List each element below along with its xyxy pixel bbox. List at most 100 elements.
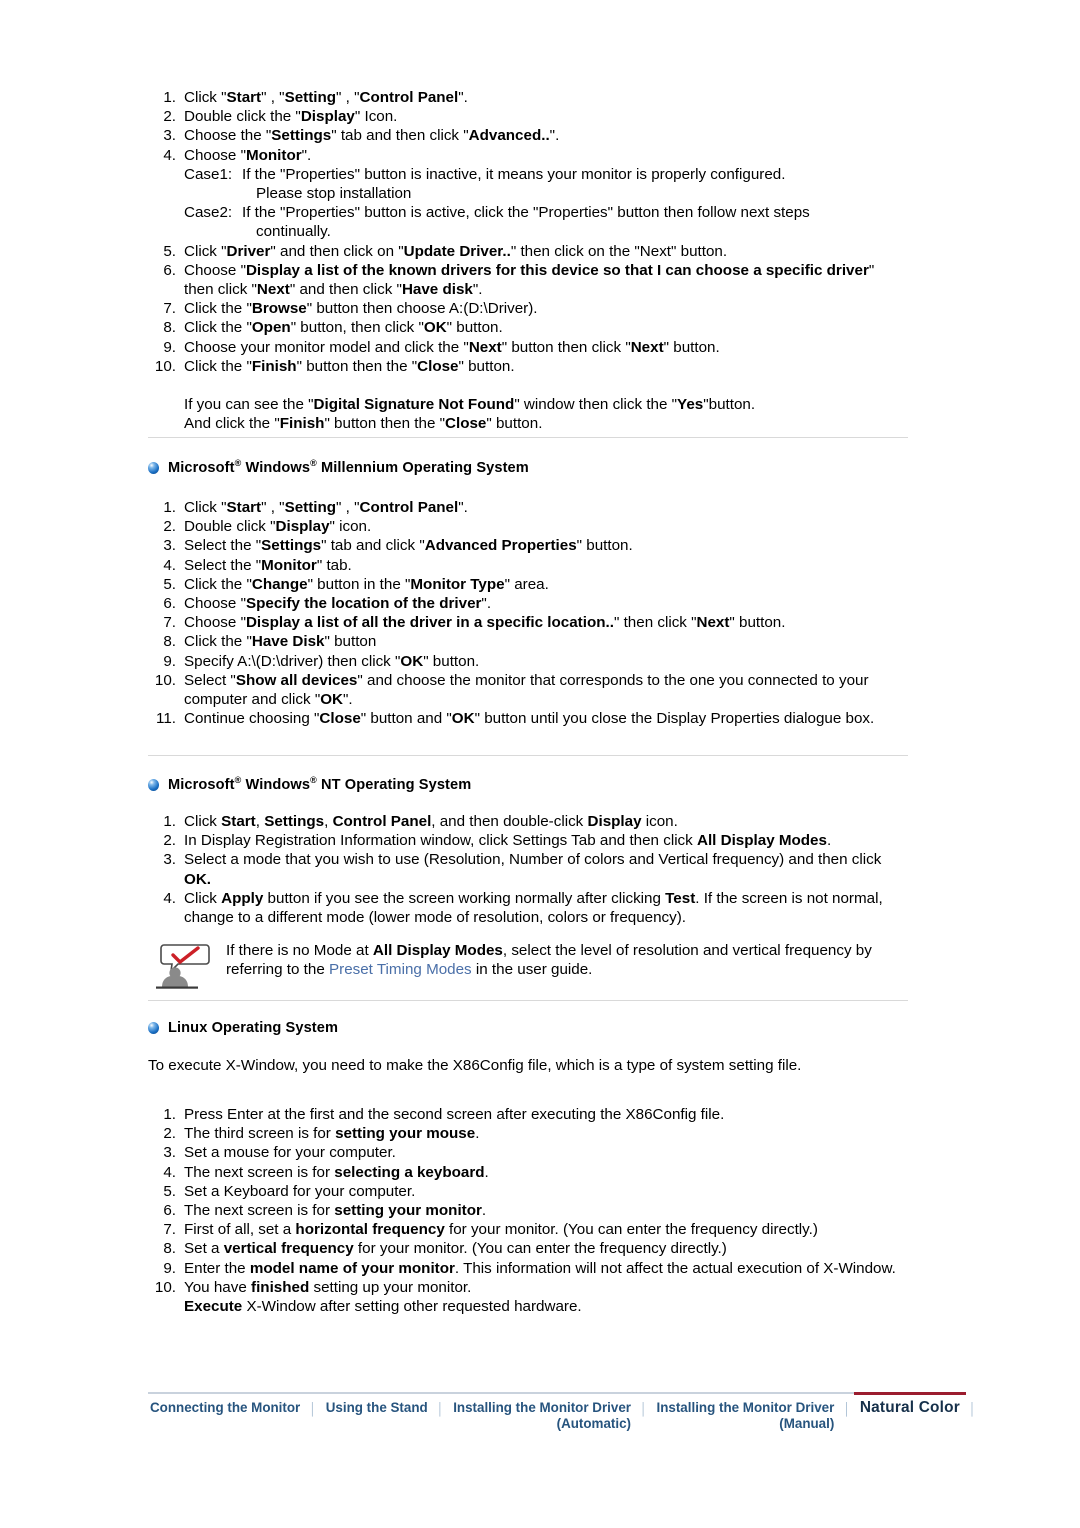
footer-link-label: Connecting the Monitor <box>150 1400 301 1415</box>
xp-step-list-part1: 1. Click "Start" , "Setting" , "Control P… <box>148 88 908 165</box>
list-item-text: Click Start, Settings, Control Panel, an… <box>184 813 678 830</box>
preset-timing-modes-link[interactable]: Preset Timing Modes <box>329 961 472 978</box>
case-label: Case2: <box>184 204 233 222</box>
list-item-text: Click the "Have Disk" button <box>184 633 377 651</box>
blue-orb-bullet-icon <box>148 462 159 474</box>
footer-link-natural-color[interactable]: Natural Color <box>858 1400 962 1416</box>
list-item: 4. The next screen is for selecting a key… <box>148 1163 908 1182</box>
list-item: 6. The next screen is for setting your mo… <box>148 1201 908 1220</box>
footer-link-sublabel: (Automatic) <box>556 1416 631 1431</box>
list-item-text: Click the "Change" button in the "Monito… <box>184 575 549 593</box>
section-linux-intro: To execute X-Window, you need to make th… <box>148 1056 908 1075</box>
list-item: 4. Choose "Monitor". <box>148 146 908 165</box>
list-item-number: 3. <box>163 851 176 869</box>
list-item-text: Select "Show all devices" and choose the… <box>184 671 869 709</box>
list-item: 10. You have finished setting up your mon… <box>148 1278 908 1316</box>
list-item-number: 2. <box>163 1125 176 1143</box>
section-windows-nt-steps: 1. Click Start, Settings, Control Panel, … <box>148 812 908 927</box>
list-item-number: 11. <box>156 710 176 728</box>
footer-link-sublabel: (Manual) <box>779 1416 835 1431</box>
document-page: 1. Click "Start" , "Setting" , "Control P… <box>0 0 1080 1528</box>
xp-case-list: Case1: If the "Properties" button is inac… <box>148 165 908 242</box>
list-item: 9. Choose your monitor model and click th… <box>148 338 908 357</box>
heading-linux-label: Linux Operating System <box>168 1020 339 1036</box>
footer-rule <box>148 1392 908 1394</box>
footer-link-connecting-the-monitor[interactable]: Connecting the Monitor <box>148 1400 302 1416</box>
list-item: 3. Set a mouse for your computer. <box>148 1143 908 1162</box>
footer-active-indicator <box>853 1392 966 1395</box>
list-item: 2. Double click the "Display" Icon. <box>148 107 908 126</box>
list-item: 10. Select "Show all devices" and choose … <box>148 671 908 709</box>
list-item: 8. Click the "Open" button, then click "O… <box>148 318 908 337</box>
list-item: 7. First of all, set a horizontal frequen… <box>148 1220 908 1239</box>
list-item-number: 8. <box>163 633 176 651</box>
list-item: 3. Choose the "Settings" tab and then cli… <box>148 126 908 145</box>
list-item-text: Choose the "Settings" tab and then click… <box>184 127 560 145</box>
divider-3 <box>148 1000 908 1001</box>
footer-separator: │ <box>640 1402 648 1416</box>
list-item-text: Double click the "Display" Icon. <box>184 108 398 126</box>
list-item-number: 3. <box>163 1144 176 1162</box>
list-item-number: 10. <box>154 357 176 375</box>
list-item: 4. Select the "Monitor" tab. <box>148 556 908 575</box>
list-item: 8. Set a vertical frequency for your moni… <box>148 1239 908 1258</box>
case-line: Case1: If the "Properties" button is inac… <box>184 165 908 184</box>
list-item: 5. Click the "Change" button in the "Moni… <box>148 575 908 594</box>
footer-link-label: Installing the Monitor Driver <box>453 1400 631 1415</box>
list-item-text: Choose your monitor model and click the … <box>184 338 720 356</box>
list-item: 1. Press Enter at the first and the secon… <box>148 1105 908 1124</box>
nt-tip-note: If there is no Mode at All Display Modes… <box>148 941 908 989</box>
footer-link-installing-the-monitor-driver[interactable]: Installing the Monitor Driver (Manual) <box>655 1400 837 1432</box>
list-item-number: 9. <box>163 652 176 670</box>
list-item-text: Click the "Finish" button then the "Clos… <box>184 357 515 375</box>
footer-link-using-the-stand[interactable]: Using the Stand <box>324 1400 430 1416</box>
list-item-text: Select the "Settings" tab and click "Adv… <box>184 537 633 555</box>
section-windows-xp-steps: 1. Click "Start" , "Setting" , "Control P… <box>148 88 908 433</box>
list-item-text: Choose "Display a list of the known driv… <box>184 261 875 299</box>
section-linux-steps: 1. Press Enter at the first and the secon… <box>148 1105 908 1316</box>
list-item: 5. Set a Keyboard for your computer. <box>148 1182 908 1201</box>
list-item-number: 3. <box>163 537 176 555</box>
heading-nt-label: Microsoft® Windows® NT Operating System <box>168 775 472 793</box>
list-item-number: 8. <box>163 1240 176 1258</box>
person-with-checkmark-speech-bubble-icon <box>154 942 216 990</box>
list-item-number: 5. <box>163 242 176 260</box>
list-item-text: Choose "Specify the location of the driv… <box>184 595 492 613</box>
case-text: If the "Properties" button is inactive, … <box>242 165 786 183</box>
list-item-number: 4. <box>163 889 176 907</box>
heading-millennium-label: Microsoft® Windows® Millennium Operating… <box>168 458 529 476</box>
list-item-number: 2. <box>163 832 176 850</box>
list-item-number: 6. <box>163 1202 176 1220</box>
nt-step-list: 1. Click Start, Settings, Control Panel, … <box>148 812 908 927</box>
list-item-text: You have finished setting up your monito… <box>184 1278 582 1316</box>
list-item-number: 5. <box>163 1182 176 1200</box>
list-item-text: Choose "Monitor". <box>184 146 312 164</box>
list-item: 2. In Display Registration Information wi… <box>148 831 908 850</box>
list-item-text: The third screen is for setting your mou… <box>184 1125 480 1143</box>
list-item-number: 3. <box>163 127 176 145</box>
list-item-text: The next screen is for setting your moni… <box>184 1202 487 1220</box>
footer-link-label: Using the Stand <box>325 1400 428 1415</box>
footer-link-label: Installing the Monitor Driver <box>656 1400 835 1415</box>
list-item-number: 9. <box>163 1259 176 1277</box>
list-item-number: 4. <box>163 556 176 574</box>
list-item-text: Set a vertical frequency for your monito… <box>184 1240 727 1258</box>
list-item-text: Set a Keyboard for your computer. <box>184 1182 416 1200</box>
list-item: 2. Double click "Display" icon. <box>148 517 908 536</box>
xp-digital-signature-note: If you can see the "Digital Signature No… <box>148 395 908 433</box>
blue-orb-bullet-icon <box>148 779 159 791</box>
footer-separator: │ <box>309 1402 317 1416</box>
list-item: 2. The third screen is for setting your m… <box>148 1124 908 1143</box>
list-item-number: 6. <box>163 595 176 613</box>
list-item: 9. Enter the model name of your monitor. … <box>148 1259 908 1278</box>
list-item-number: 9. <box>163 338 176 356</box>
footer-nav-items: Connecting the Monitor │ Using the Stand │ I… <box>148 1400 976 1432</box>
nt-tip-text: If there is no Mode at All Display Modes… <box>226 942 872 979</box>
footer-link-installing-the-monitor-driver[interactable]: Installing the Monitor Driver (Automatic) <box>451 1400 633 1432</box>
heading-linux: Linux Operating System <box>148 1020 338 1036</box>
heading-windows-millennium: Microsoft® Windows® Millennium Operating… <box>148 458 529 476</box>
list-item-number: 1. <box>163 499 176 516</box>
case-continuation: continually. <box>256 223 331 241</box>
list-item-text: In Display Registration Information wind… <box>184 832 832 850</box>
list-item: 10. Click the "Finish" button then the "C… <box>148 357 908 376</box>
